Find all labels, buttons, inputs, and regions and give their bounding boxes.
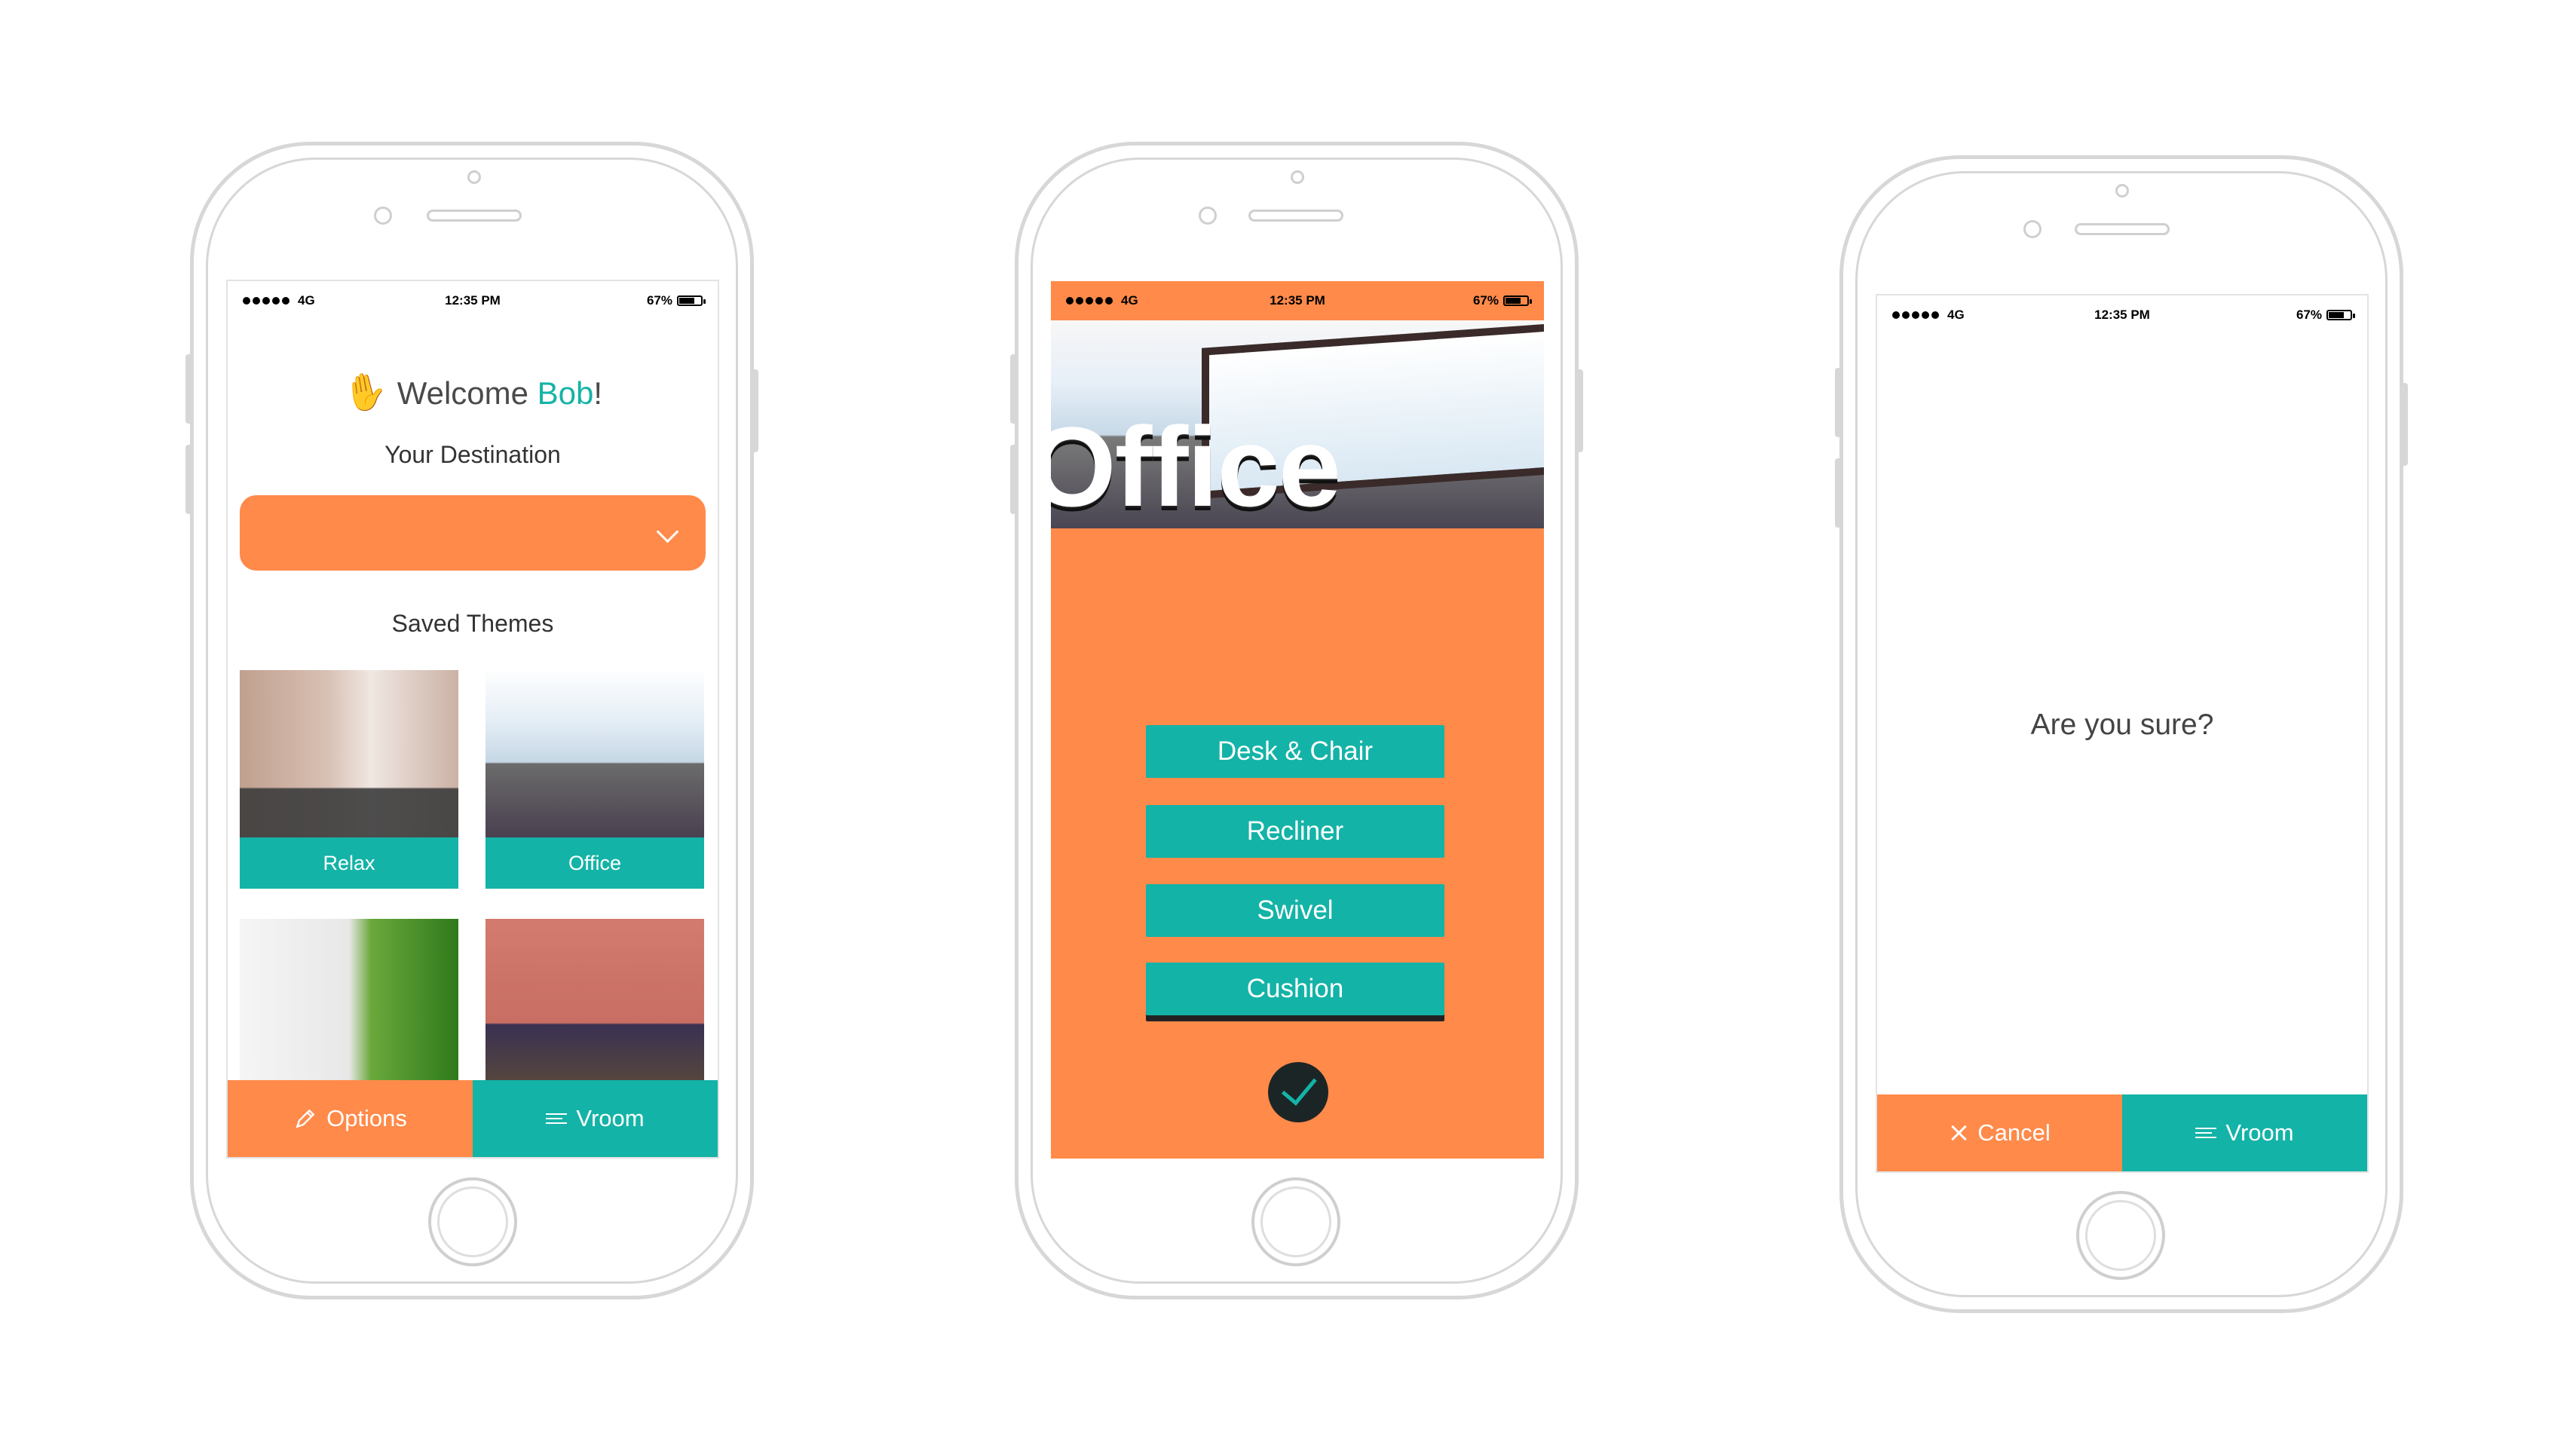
- saved-themes-label: Saved Themes: [391, 610, 554, 637]
- phone-1-home-button[interactable]: [428, 1177, 517, 1266]
- battery-icon: [1503, 295, 1532, 306]
- pencil-icon: [296, 1109, 315, 1128]
- theme-label: Relax: [240, 837, 458, 889]
- menu-lines-icon: [546, 1113, 568, 1124]
- phone-2-home-button[interactable]: [1251, 1177, 1340, 1266]
- option-recliner[interactable]: Recliner: [1146, 805, 1444, 858]
- screen-home: 4G 12:35 PM 67% ✋ Welcome Bob! Your Desti…: [226, 280, 719, 1159]
- welcome-exclamation: !: [593, 375, 603, 411]
- phone-3-side-button: [1835, 368, 1842, 437]
- close-icon: [1949, 1123, 1968, 1143]
- phone-1-power-button: [751, 369, 758, 452]
- battery-icon: [2326, 310, 2355, 320]
- vroom-button[interactable]: Vroom: [473, 1080, 718, 1157]
- chevron-down-icon: [656, 520, 679, 543]
- cancel-button[interactable]: Cancel: [1877, 1094, 2122, 1171]
- option-swivel[interactable]: Swivel: [1146, 884, 1444, 937]
- welcome-text: Welcome: [397, 375, 538, 411]
- office-room-image: [485, 670, 704, 837]
- status-bar: 4G 12:35 PM 67%: [228, 281, 718, 320]
- vroom-label: Vroom: [576, 1105, 645, 1131]
- phone-3-speaker: [2075, 223, 2170, 235]
- phone-3-power-button: [2400, 383, 2408, 466]
- confirm-prompt: Are you sure?: [2030, 709, 2214, 741]
- confirm-action-bar: Cancel Vroom: [1877, 1094, 2367, 1171]
- phone-1-camera: [374, 207, 392, 225]
- status-bar: 4G 12:35 PM 67%: [1051, 281, 1544, 320]
- phone-3-front-camera: [2115, 184, 2129, 197]
- destination-label: Your Destination: [384, 441, 561, 468]
- options-label: Options: [326, 1105, 407, 1131]
- phone-3-home-button[interactable]: [2076, 1191, 2165, 1280]
- theme-tile-forest[interactable]: [240, 919, 458, 1092]
- menu-lines-icon: [2195, 1128, 2217, 1138]
- phone-3-camera: [2023, 220, 2042, 238]
- phone-1-speaker: [427, 210, 522, 222]
- user-name: Bob: [537, 375, 594, 411]
- option-desk-chair[interactable]: Desk & Chair: [1146, 725, 1444, 778]
- phone-2-side-button: [1010, 354, 1018, 424]
- theme-tile-relax[interactable]: Relax: [240, 670, 458, 889]
- phone-3-side-button: [1835, 458, 1842, 528]
- phone-1-side-button: [185, 445, 193, 514]
- phone-2-side-button: [1010, 445, 1018, 514]
- forest-room-image: [240, 919, 458, 1092]
- phone-1-front-camera: [467, 170, 481, 184]
- pink-room-image: [485, 919, 704, 1092]
- screen-theme-options: 4G 12:35 PM 67% Office Desk & Chair Recl…: [1051, 281, 1544, 1159]
- status-bar: 4G 12:35 PM 67%: [1877, 295, 2367, 335]
- cancel-label: Cancel: [1977, 1119, 2051, 1146]
- status-time: 12:35 PM: [2094, 308, 2150, 322]
- waving-hand-icon: ✋: [339, 369, 392, 416]
- bottom-action-bar: Options Vroom: [228, 1080, 718, 1157]
- status-time: 12:35 PM: [445, 293, 501, 308]
- screen-confirm: 4G 12:35 PM 67% Are you sure? Cancel Vro…: [1876, 294, 2369, 1173]
- phone-2-power-button: [1576, 369, 1583, 452]
- welcome-heading: ✋ Welcome Bob!: [228, 369, 718, 416]
- vroom-label: Vroom: [2225, 1119, 2294, 1146]
- confirm-check-button[interactable]: [1268, 1062, 1328, 1122]
- status-time: 12:35 PM: [1270, 293, 1325, 308]
- theme-tile-office[interactable]: Office: [485, 670, 704, 889]
- battery-icon: [677, 295, 706, 306]
- checkmark-icon: [1281, 1068, 1317, 1106]
- phone-2-speaker: [1248, 210, 1343, 222]
- phone-1-side-button: [185, 354, 193, 424]
- relax-room-image: [240, 670, 458, 837]
- option-cushion[interactable]: Cushion: [1146, 963, 1444, 1015]
- theme-label: Office: [485, 837, 704, 889]
- theme-tile-pink[interactable]: [485, 919, 704, 1092]
- destination-dropdown[interactable]: [240, 495, 706, 571]
- phone-2-camera: [1199, 207, 1217, 225]
- phone-2-front-camera: [1291, 170, 1304, 184]
- vroom-button[interactable]: Vroom: [2122, 1094, 2367, 1171]
- options-button[interactable]: Options: [228, 1080, 473, 1157]
- theme-title: Office: [1051, 403, 1341, 530]
